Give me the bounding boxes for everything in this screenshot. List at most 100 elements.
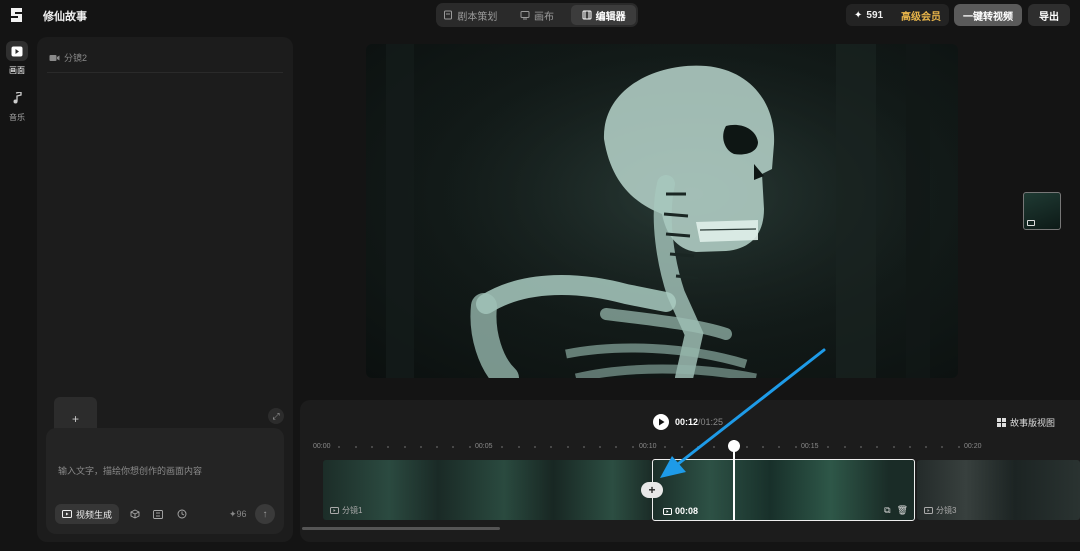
ruler-dot — [859, 446, 862, 448]
play-button[interactable] — [653, 414, 669, 430]
generation-cost: ✦96 — [229, 509, 247, 520]
ruler-dot — [599, 446, 602, 448]
video-icon — [1027, 220, 1035, 226]
video-icon — [924, 507, 933, 514]
ruler-dot — [843, 446, 846, 448]
mode-tabs: 剧本策划 画布 编辑器 — [436, 3, 638, 27]
ruler-dot — [631, 446, 634, 448]
ruler-dot — [745, 446, 748, 448]
storyboard-label: 故事版视图 — [1010, 418, 1056, 428]
ruler-dot — [452, 446, 455, 448]
membership-badge[interactable]: 高级会员 — [901, 8, 941, 23]
clip-name: 分镜1 — [342, 506, 363, 515]
timeline-panel: 00:12/01:25 故事版视图 00:00 00:05 00:10 00:1… — [300, 400, 1080, 542]
copy-icon[interactable]: ⧉ — [884, 505, 890, 516]
rail-label: 音乐 — [9, 113, 25, 122]
clip-name: 分镜3 — [936, 506, 957, 515]
ruler-dot — [908, 446, 911, 448]
camera-icon — [49, 54, 60, 61]
film-icon — [582, 10, 592, 20]
clip-label: 分镜1 — [330, 505, 362, 516]
ruler-dot — [925, 446, 928, 448]
video-icon — [663, 507, 672, 515]
ruler-dot — [354, 446, 357, 448]
rail-item-scene[interactable]: 画面 — [5, 41, 29, 76]
clip-actions: ⧉ 🗑 — [884, 505, 908, 516]
ruler-dot — [876, 446, 879, 448]
ruler-tick: 00:15 — [801, 443, 819, 450]
cube-icon[interactable] — [128, 507, 142, 521]
tab-canvas[interactable]: 画布 — [505, 5, 570, 25]
rail-label: 画面 — [9, 66, 25, 75]
aspect-ratio-icon[interactable] — [151, 507, 165, 521]
send-arrow-icon[interactable]: ↑ — [255, 504, 275, 524]
ruler-tick: 00:20 — [964, 443, 982, 450]
tab-label: 画布 — [534, 11, 554, 23]
ruler-dot — [533, 446, 536, 448]
shot-panel: 分镜2 + 参考 ⤢ 输入文字，描绘你想创作的画面内容 视频生成 ✦96 ↑ — [37, 37, 293, 542]
playhead[interactable] — [733, 440, 735, 520]
playhead-handle[interactable] — [728, 440, 740, 452]
prompt-composer: 输入文字，描绘你想创作的画面内容 视频生成 ✦96 ↑ — [46, 428, 284, 534]
ruler-dot — [566, 446, 569, 448]
ruler-dot — [419, 446, 422, 448]
total-time: /01:25 — [698, 417, 724, 427]
app-logo-icon[interactable] — [9, 5, 25, 25]
sparkle-icon: ✦ — [229, 509, 237, 519]
divider — [47, 72, 283, 73]
ruler-dot — [370, 446, 373, 448]
ruler-dot — [468, 446, 471, 448]
ruler-dot — [436, 446, 439, 448]
ruler-dot — [778, 446, 781, 448]
tab-editor[interactable]: 编辑器 — [571, 5, 637, 25]
shot-title: 分镜2 — [64, 53, 88, 63]
top-bar: 修仙故事 剧本策划 画布 编辑器 ✦ 591 高级会员 一键转视频 导出 — [0, 0, 1080, 30]
ruler-dot — [615, 446, 618, 448]
timeline-clip[interactable]: 分镜3 — [917, 460, 1080, 520]
insert-clip-button[interactable]: + — [641, 482, 663, 498]
ruler-dot — [387, 446, 390, 448]
clip-duration: 00:08 — [663, 506, 698, 516]
ruler-dot — [713, 446, 716, 448]
ruler-dot — [957, 446, 960, 448]
clip-label: 分镜3 — [924, 505, 956, 516]
play-icon — [658, 418, 664, 426]
duration-value: 00:08 — [675, 506, 699, 516]
video-preview[interactable] — [366, 44, 958, 378]
ruler-dot — [582, 446, 585, 448]
app-title: 修仙故事 — [43, 11, 87, 23]
ruler-dot — [941, 446, 944, 448]
generate-label: 视频生成 — [75, 509, 112, 520]
tab-script[interactable]: 剧本策划 — [438, 5, 503, 25]
ruler-dot — [794, 446, 797, 448]
shot-header: 分镜2 — [49, 51, 87, 64]
timeline-scrollbar[interactable] — [302, 527, 500, 530]
ruler-dot — [696, 446, 699, 448]
plus-icon: + — [71, 411, 79, 426]
ruler-dot — [664, 446, 667, 448]
ruler-dot — [680, 446, 683, 448]
skeleton-scene-image — [366, 44, 958, 378]
side-thumbnail[interactable] — [1023, 192, 1061, 230]
expand-icon[interactable]: ⤢ — [268, 408, 284, 424]
ruler-dot — [762, 446, 765, 448]
storyboard-view-button[interactable]: 故事版视图 — [997, 416, 1055, 429]
export-button[interactable]: 导出 — [1028, 4, 1070, 26]
selected-clip[interactable]: 00:08 ⧉ 🗑 — [652, 459, 915, 521]
clock-icon[interactable] — [175, 507, 189, 521]
prompt-input[interactable]: 输入文字，描绘你想创作的画面内容 — [58, 464, 202, 477]
video-icon — [6, 41, 28, 61]
ruler-tick: 00:10 — [639, 443, 657, 450]
ruler-dot — [827, 446, 830, 448]
cost-value: 96 — [236, 509, 247, 519]
ruler-dot — [403, 446, 406, 448]
ruler-dot — [517, 446, 520, 448]
timeline-clip[interactable]: 分镜1 — [323, 460, 652, 520]
trash-icon[interactable]: 🗑 — [897, 505, 908, 516]
ruler-dot — [338, 446, 341, 448]
rail-item-music[interactable]: 音乐 — [5, 88, 29, 123]
convert-to-video-button[interactable]: 一键转视频 — [954, 4, 1022, 26]
credits-badge[interactable]: ✦ 591 高级会员 — [846, 4, 949, 26]
grid-icon — [997, 418, 1006, 427]
video-generate-button[interactable]: 视频生成 — [55, 504, 119, 524]
